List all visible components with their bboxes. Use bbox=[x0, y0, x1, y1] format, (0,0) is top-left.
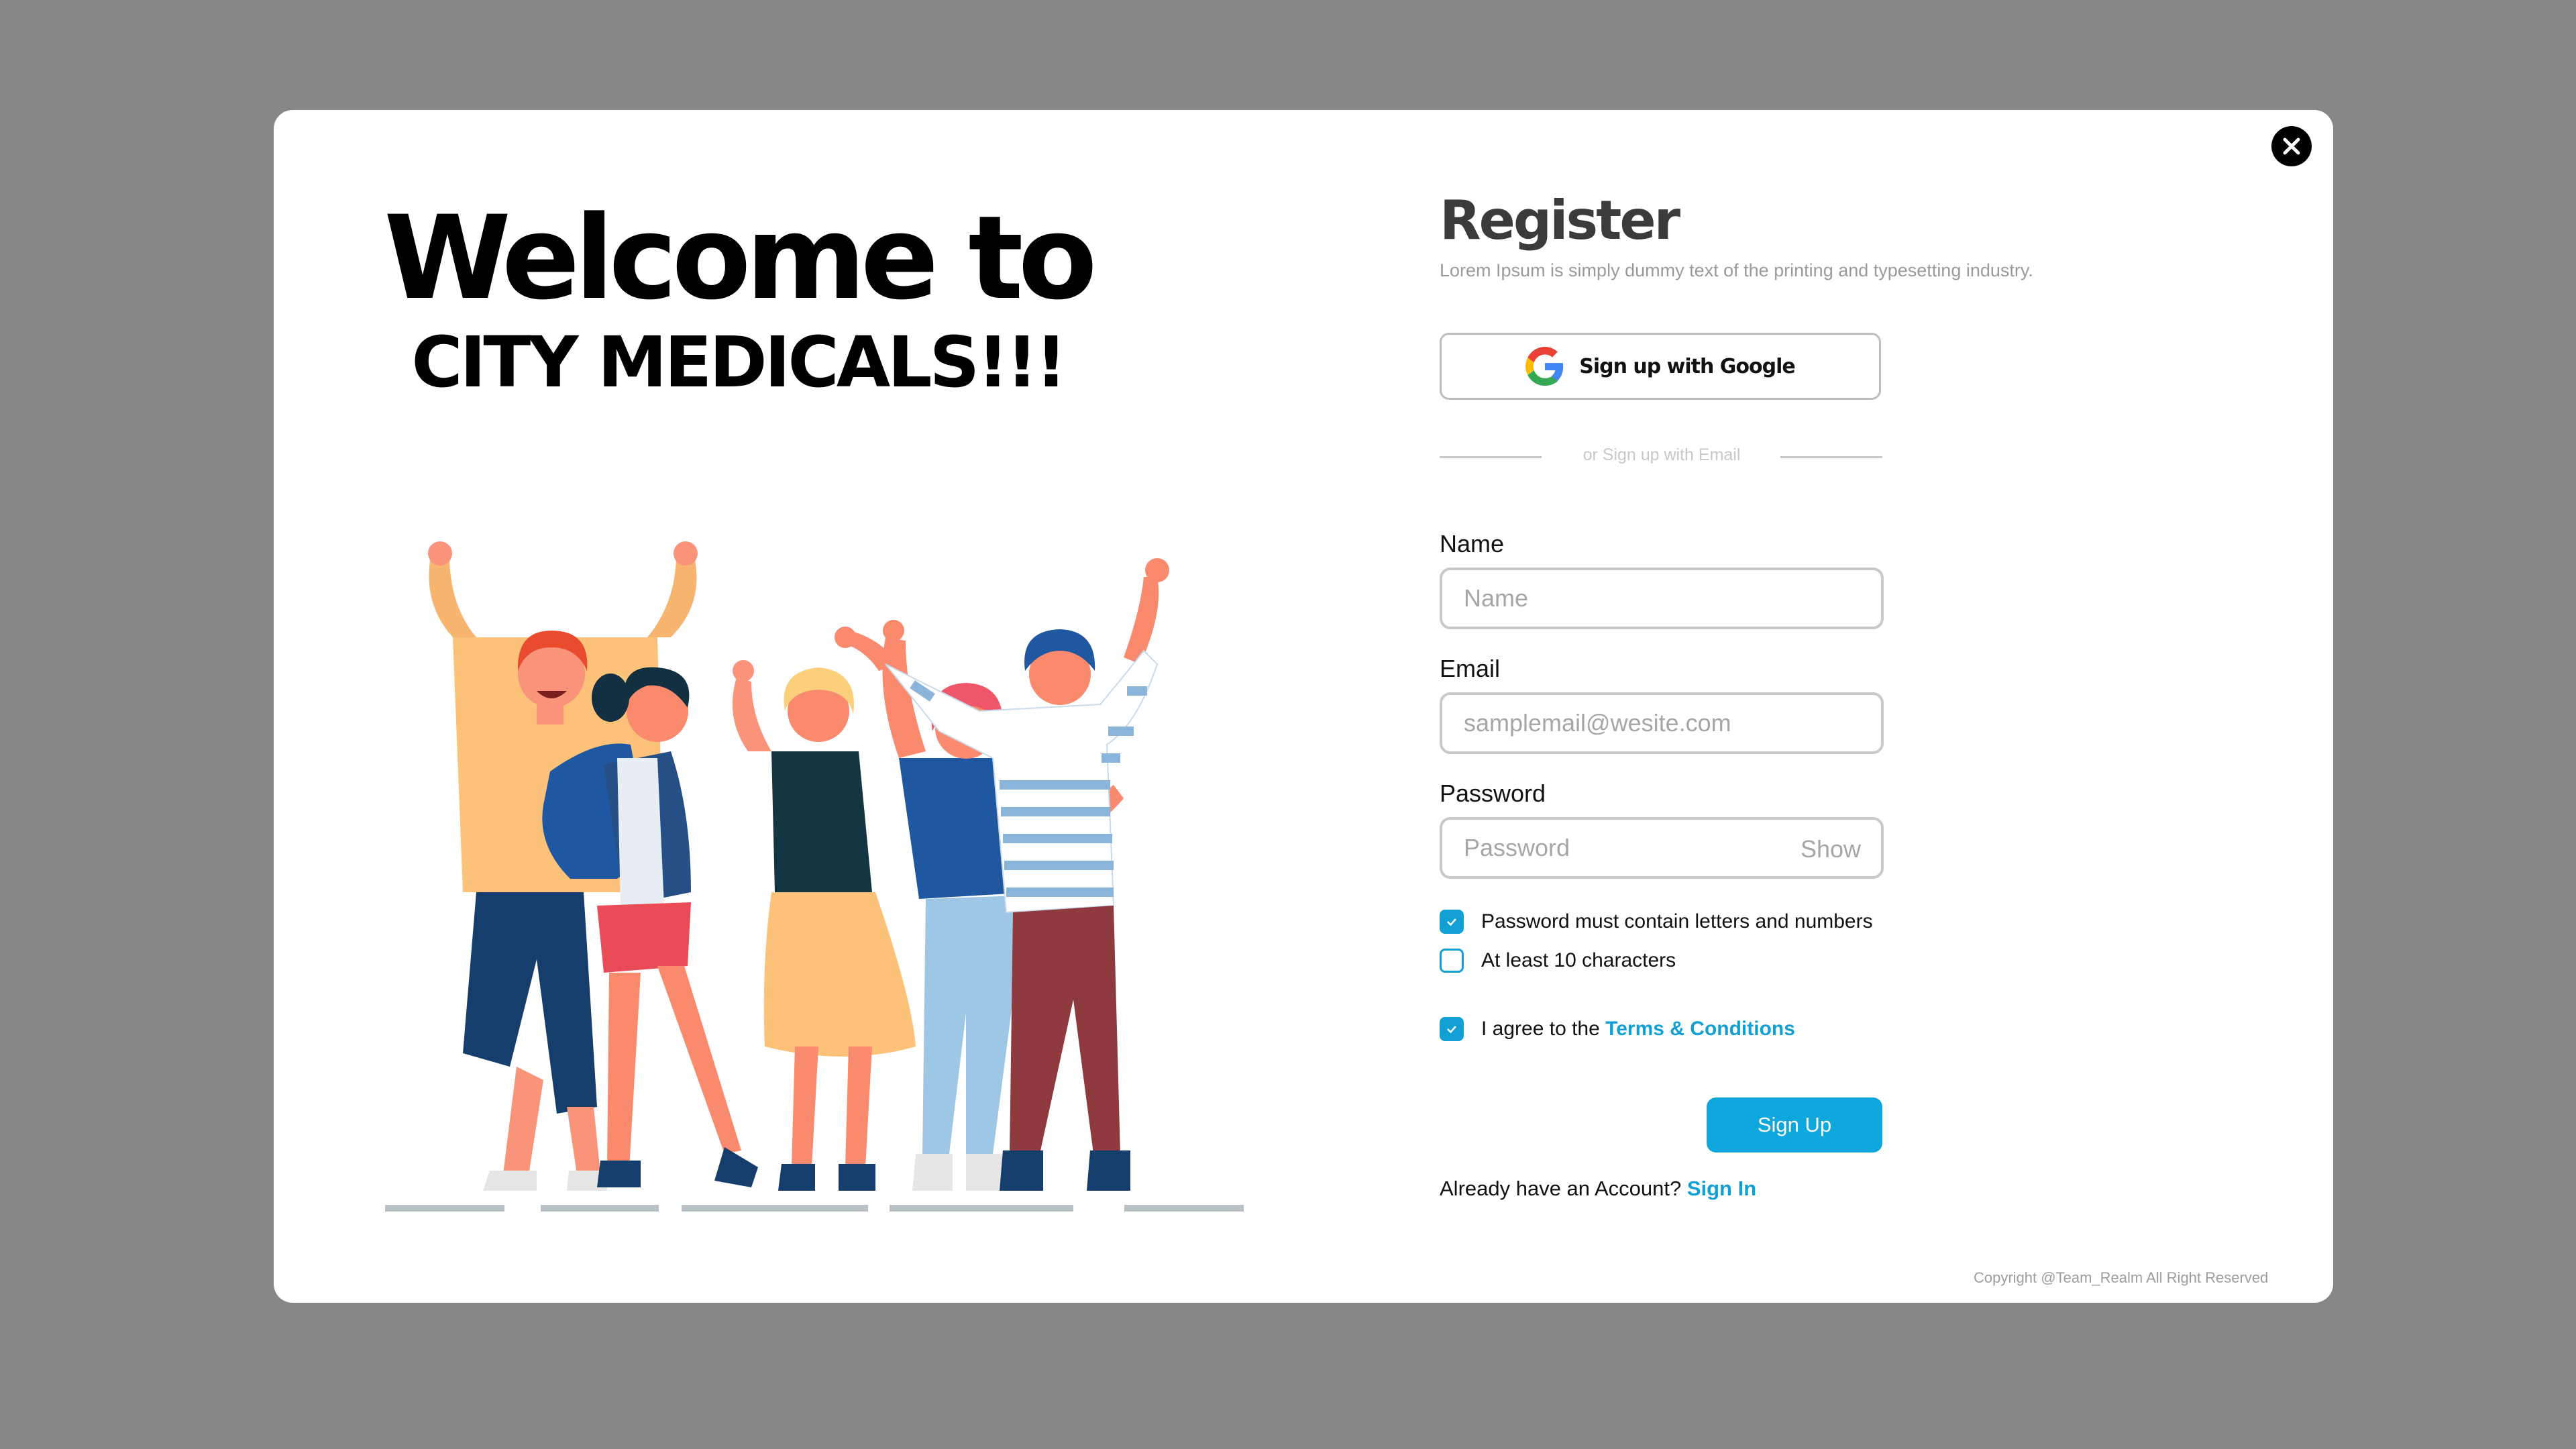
signin-prefix: Already have an Account? bbox=[1440, 1177, 1687, 1200]
google-icon bbox=[1525, 347, 1564, 386]
terms-row: I agree to the Terms & Conditions bbox=[1440, 1017, 1795, 1041]
copyright-text: Copyright @Team_Realm All Right Reserved bbox=[1974, 1269, 2269, 1286]
google-signup-button[interactable]: Sign up with Google bbox=[1440, 333, 1881, 400]
check-min-length: At least 10 characters bbox=[1440, 949, 1676, 973]
check-letters-numbers: Password must contain letters and number… bbox=[1440, 910, 1873, 934]
person-3 bbox=[732, 660, 916, 1191]
email-divider: or Sign up with Email bbox=[1440, 445, 1884, 470]
people-illustration bbox=[385, 541, 1244, 1212]
welcome-line-1: Welcome to bbox=[384, 191, 1097, 325]
show-password-toggle[interactable]: Show bbox=[1801, 835, 1861, 863]
register-subtitle: Lorem Ipsum is simply dummy text of the … bbox=[1440, 260, 2033, 280]
sign-in-link[interactable]: Sign In bbox=[1687, 1177, 1756, 1200]
close-icon bbox=[2283, 138, 2300, 155]
divider-line-right bbox=[1780, 456, 1882, 458]
email-label: Email bbox=[1440, 655, 1501, 682]
letters-numbers-label: Password must contain letters and number… bbox=[1481, 910, 1873, 932]
signin-prompt: Already have an Account? Sign In bbox=[1440, 1177, 1756, 1201]
letters-numbers-checkbox[interactable] bbox=[1440, 910, 1464, 934]
terms-link[interactable]: Terms & Conditions bbox=[1605, 1018, 1795, 1040]
register-title: Register bbox=[1440, 189, 1680, 252]
password-label: Password bbox=[1440, 780, 1546, 807]
name-label: Name bbox=[1440, 530, 1505, 557]
check-icon bbox=[1447, 918, 1456, 926]
google-signup-label: Sign up with Google bbox=[1579, 354, 1796, 378]
close-button[interactable] bbox=[2271, 126, 2312, 166]
min-length-label: At least 10 characters bbox=[1481, 949, 1676, 971]
email-input[interactable] bbox=[1440, 692, 1884, 754]
welcome-line-2: CITY MEDICALS!!! bbox=[411, 321, 1067, 403]
terms-prefix: I agree to the bbox=[1481, 1018, 1606, 1040]
name-input[interactable] bbox=[1440, 568, 1884, 629]
sign-up-button[interactable]: Sign Up bbox=[1707, 1097, 1882, 1152]
divider-text: or Sign up with Email bbox=[1582, 445, 1741, 464]
check-icon bbox=[1447, 1026, 1456, 1034]
min-length-checkbox[interactable] bbox=[1440, 949, 1464, 973]
terms-checkbox[interactable] bbox=[1440, 1017, 1464, 1041]
terms-label: I agree to the Terms & Conditions bbox=[1481, 1018, 1795, 1040]
welcome-heading: Welcome to CITY MEDICALS!!! bbox=[382, 191, 1097, 403]
